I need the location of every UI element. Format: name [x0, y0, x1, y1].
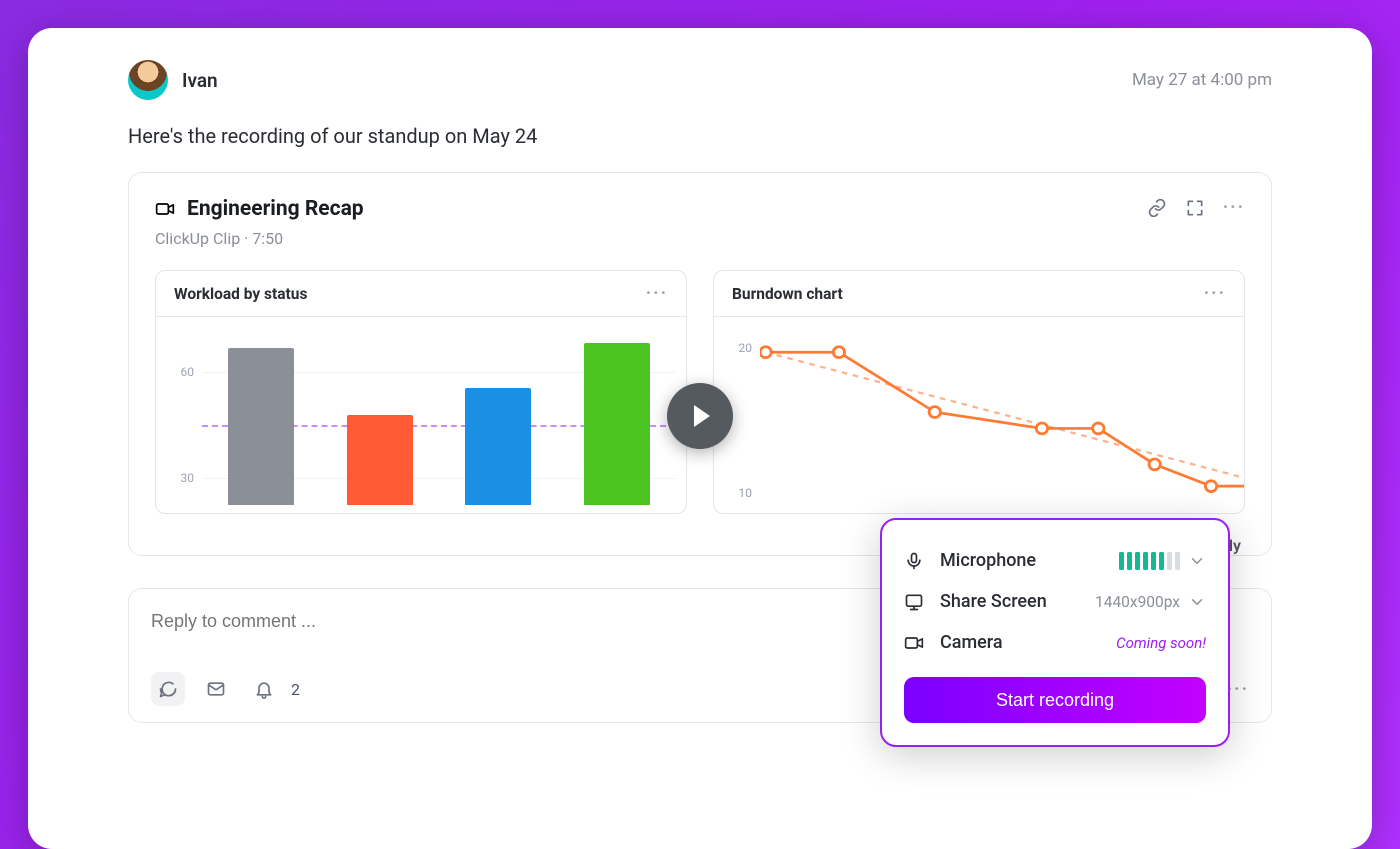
camera-status: Coming soon!: [1116, 634, 1206, 652]
chevron-down-icon[interactable]: [1188, 552, 1206, 570]
chat-icon[interactable]: [151, 672, 185, 706]
clip-title: Engineering Recap: [187, 197, 364, 221]
clip-subtitle: ClickUp Clip · 7:50: [155, 229, 364, 248]
camera-icon: [904, 633, 924, 653]
mail-icon[interactable]: [199, 672, 233, 706]
burndown-line: [760, 325, 1245, 514]
expand-icon[interactable]: [1185, 198, 1205, 218]
notification-count: 2: [291, 680, 300, 699]
comment-header: Ivan May 27 at 4:00 pm: [128, 60, 1272, 100]
chart-burndown-title: Burndown chart: [732, 285, 843, 303]
screen-resolution: 1440x900px: [1095, 593, 1180, 611]
comment-timestamp: May 27 at 4:00 pm: [1132, 70, 1272, 90]
recording-popover: Microphone Share Screen 1440x900px Camer…: [880, 518, 1230, 747]
avatar[interactable]: [128, 60, 168, 100]
screen-icon: [904, 592, 924, 612]
microphone-row[interactable]: Microphone: [904, 540, 1206, 581]
start-recording-button[interactable]: Start recording: [904, 677, 1206, 723]
chevron-down-icon[interactable]: [1188, 593, 1206, 611]
play-icon: [694, 405, 710, 427]
microphone-label: Microphone: [940, 550, 1036, 571]
chart-burndown: Burndown chart ··· 20 10: [713, 270, 1245, 514]
chart-workload-title: Workload by status: [174, 285, 307, 303]
chart-burndown-more-icon[interactable]: ···: [1204, 283, 1226, 304]
play-button[interactable]: [667, 383, 733, 449]
composer-more-icon[interactable]: ···: [1227, 679, 1249, 700]
share-screen-label: Share Screen: [940, 591, 1047, 612]
comment-text: Here's the recording of our standup on M…: [128, 124, 1272, 148]
comment-window: Ivan May 27 at 4:00 pm Here's the record…: [28, 28, 1372, 849]
video-icon: [155, 199, 175, 219]
link-icon[interactable]: [1147, 198, 1167, 218]
bar-status-2: [347, 415, 413, 505]
author-name: Ivan: [182, 69, 218, 92]
microphone-icon: [904, 551, 924, 571]
chart-workload-more-icon[interactable]: ···: [646, 283, 668, 304]
mic-level-meter: [1119, 552, 1180, 570]
workload-y-axis: 60 30: [156, 317, 202, 513]
share-screen-row[interactable]: Share Screen 1440x900px: [904, 581, 1206, 622]
chart-workload: Workload by status ··· 60 30: [155, 270, 687, 514]
more-icon[interactable]: ···: [1223, 197, 1245, 218]
bar-status-3: [465, 388, 531, 505]
bar-status-4: [584, 343, 650, 505]
comment-author: Ivan: [128, 60, 218, 100]
notification-icon[interactable]: [247, 672, 281, 706]
workload-bars: [202, 325, 676, 505]
camera-label: Camera: [940, 632, 1003, 653]
bar-status-1: [228, 348, 294, 505]
clip-card: Engineering Recap ClickUp Clip · 7:50 ··…: [128, 172, 1272, 556]
camera-row: Camera Coming soon!: [904, 622, 1206, 663]
